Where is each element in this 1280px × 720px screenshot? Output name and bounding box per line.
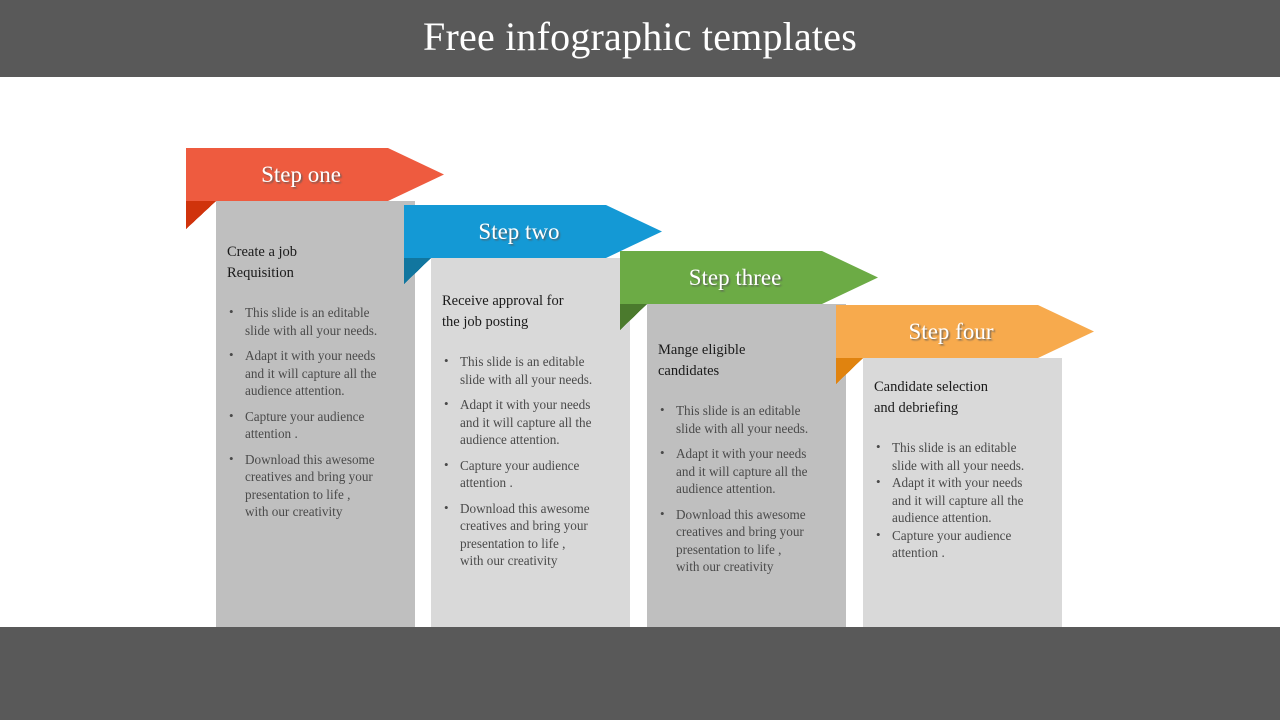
list-item: Capture your audience attention . — [227, 407, 404, 443]
list-item: Capture your audience attention . — [874, 526, 1051, 562]
step-four-panel: Candidate selection and debriefing This … — [863, 358, 1062, 627]
step-four-heading: Candidate selection and debriefing — [874, 379, 988, 416]
step-three-heading: Mange eligible candidates — [658, 342, 746, 379]
step-three-arrow[interactable]: Step three — [620, 251, 878, 304]
step-three-arrow-fold — [620, 304, 647, 330]
list-item: Download this awesome creatives and brin… — [442, 499, 619, 570]
list-item: Adapt it with your needs and it will cap… — [227, 346, 404, 400]
step-one-arrow[interactable]: Step one — [186, 148, 444, 201]
step-two-arrow-fold — [404, 258, 431, 284]
step-four-label: Step four — [908, 318, 994, 344]
step-three-panel: Mange eligible candidates This slide is … — [647, 304, 846, 627]
list-item: This slide is an editable slide with all… — [874, 438, 1051, 474]
step-two-heading: Receive approval for the job posting — [442, 293, 564, 330]
step-one-label: Step one — [261, 161, 341, 187]
page-title: Free infographic templates — [423, 14, 857, 59]
step-one-bullet-list: This slide is an editable slide with all… — [227, 303, 404, 521]
step-one-arrow-fold — [186, 201, 216, 229]
infographic-slide: Create a job Requisition This slide is a… — [0, 77, 1280, 627]
list-item: Download this awesome creatives and brin… — [658, 505, 835, 576]
list-item: This slide is an editable slide with all… — [658, 401, 835, 437]
footer-bar — [0, 627, 1280, 720]
step-four-arrow-fold — [836, 358, 863, 384]
list-item: Capture your audience attention . — [442, 456, 619, 492]
list-item: Adapt it with your needs and it will cap… — [874, 473, 1051, 527]
step-four-arrow[interactable]: Step four — [836, 305, 1094, 358]
list-item: This slide is an editable slide with all… — [227, 303, 404, 339]
list-item: Download this awesome creatives and brin… — [227, 450, 404, 521]
step-four-bullet-list: This slide is an editable slide with all… — [874, 438, 1051, 562]
list-item: Adapt it with your needs and it will cap… — [658, 444, 835, 498]
step-two-label: Step two — [478, 218, 560, 244]
step-two-panel: Receive approval for the job posting Thi… — [431, 258, 630, 627]
step-two-bullet-list: This slide is an editable slide with all… — [442, 352, 619, 570]
step-three-bullet-list: This slide is an editable slide with all… — [658, 401, 835, 576]
step-one-panel: Create a job Requisition This slide is a… — [216, 201, 415, 627]
step-one-heading: Create a job Requisition — [227, 244, 298, 281]
step-three-label: Step three — [688, 264, 782, 290]
list-item: This slide is an editable slide with all… — [442, 352, 619, 388]
list-item: Adapt it with your needs and it will cap… — [442, 395, 619, 449]
